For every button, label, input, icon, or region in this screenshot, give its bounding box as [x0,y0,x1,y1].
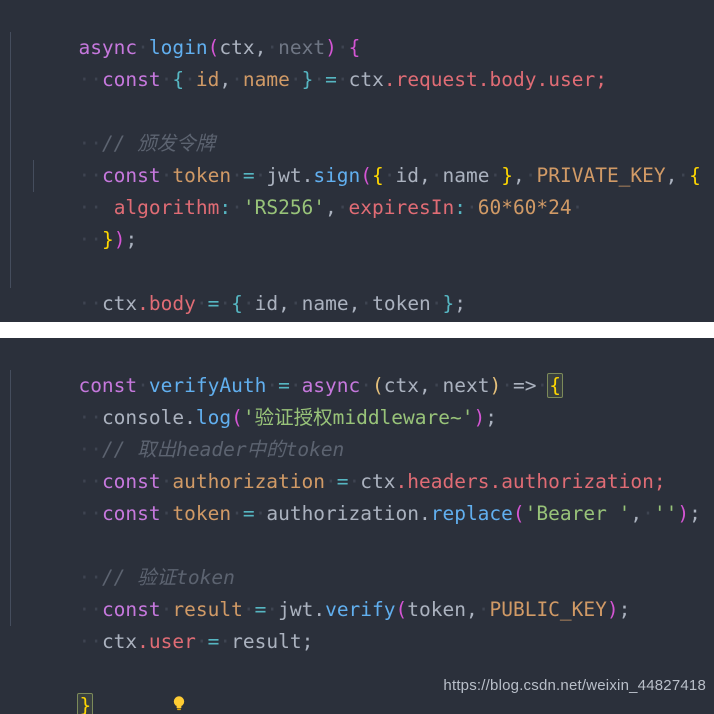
code-line[interactable]: ··const·{·id,·name·}·=·ctx.request.body.… [0,32,714,91]
code-line-blank[interactable] [0,224,714,256]
code-line[interactable]: ··// 验证token [0,530,714,589]
indent-guide [10,498,11,530]
code-line[interactable]: await·next(); [0,626,714,711]
block-separator [0,322,714,338]
indent-guide [10,256,11,288]
indent-guide [10,562,11,594]
indent-guide [10,370,11,402]
code-line[interactable]: const·verifyAuth·=·async·(ctx,·next)·=>·… [0,338,714,398]
indent-guide [10,466,11,498]
code-line[interactable]: ··}); [0,192,714,251]
code-line[interactable]: } [0,288,714,320]
code-line[interactable]: ··ctx.body·=·{·id,·name,·token·}; [0,256,714,315]
indent-guide [10,434,11,466]
indent-guide [10,96,11,128]
code-line[interactable]: ··// 取出header中的token [0,402,714,461]
code-line[interactable]: ··const·authorization·=·ctx.headers.auth… [0,434,714,493]
code-line[interactable]: ··console.log('验证授权middleware~'); [0,370,714,429]
indent-guide [10,32,11,64]
code-block-verify-auth[interactable]: const·verifyAuth·=·async·(ctx,·next)·=>·… [0,338,714,714]
indent-guide [10,192,11,224]
code-line[interactable]: ··// 颁发令牌 [0,96,714,155]
indent-guide [10,224,11,256]
code-line[interactable]: ··const·result·=·jwt.verify(token,·PUBLI… [0,562,714,621]
indent-guide [33,160,34,192]
code-line-blank[interactable] [0,498,714,530]
indent-guide [10,594,11,626]
indent-guide [10,128,11,160]
indent-guide [10,402,11,434]
screenshot-root: async·login(ctx,·next)·{ ··const·{·id,·n… [0,0,714,714]
code-line[interactable]: ··const·token·=·jwt.sign({·id,·name·},·P… [0,128,714,187]
indent-guide [10,64,11,96]
code-line[interactable]: ·· algorithm:·'RS256',·expiresIn:·60*60*… [0,160,714,219]
token-rbrace-matched: } [77,693,94,714]
code-line[interactable]: async·login(ctx,·next)·{ [0,0,714,59]
code-block-login[interactable]: async·login(ctx,·next)·{ ··const·{·id,·n… [0,0,714,322]
indent-guide [10,160,11,192]
code-line[interactable]: ··const·token·=·authorization.replace('B… [0,466,714,525]
watermark-url: https://blog.csdn.net/weixin_44827418 [443,677,706,694]
code-line[interactable]: ··ctx.user·=·result; [0,594,714,653]
indent-guide [10,530,11,562]
code-line-blank[interactable] [0,64,714,96]
